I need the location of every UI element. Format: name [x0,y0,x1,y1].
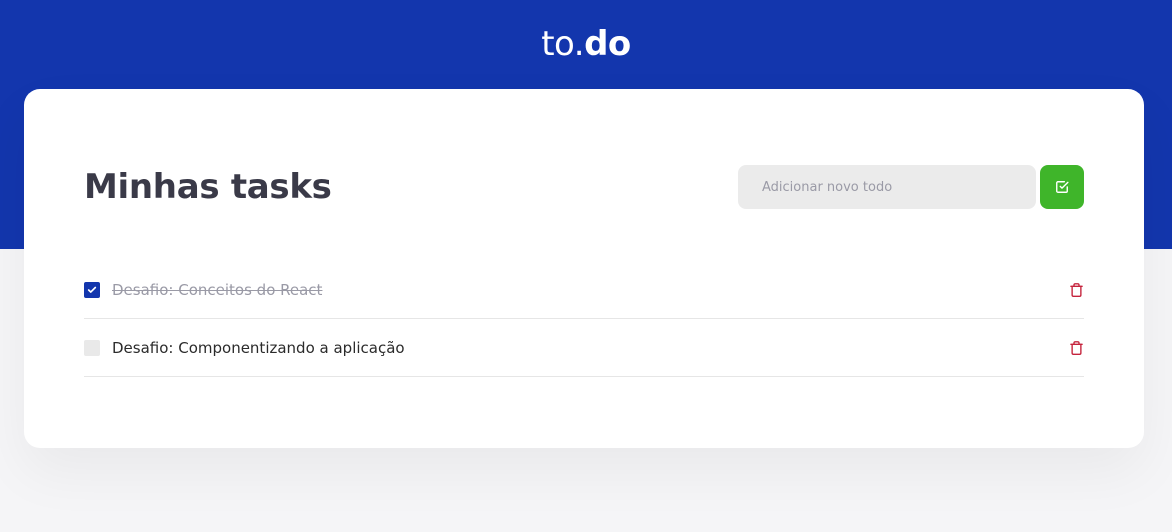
task-item: Desafio: Conceitos do React [84,261,1084,319]
logo-suffix: do [584,24,631,64]
new-todo-form [738,165,1084,209]
task-content: Desafio: Componentizando a aplicação [84,339,405,357]
trash-icon [1069,340,1083,355]
check-square-icon [1056,181,1069,193]
delete-task-button[interactable] [1064,336,1088,360]
task-item: Desafio: Componentizando a aplicação [84,319,1084,377]
logo-prefix: to. [541,24,585,64]
page-title: Minhas tasks [84,167,332,207]
checkmark-icon [87,286,97,293]
new-todo-input[interactable] [738,165,1036,209]
trash-icon [1069,282,1083,297]
task-checkbox[interactable] [84,339,100,356]
task-title: Desafio: Componentizando a aplicação [112,338,405,357]
task-checkbox[interactable] [84,281,100,298]
add-todo-button[interactable] [1040,165,1084,209]
app-logo: to.do [0,22,1172,66]
task-content: Desafio: Conceitos do React [84,281,322,299]
delete-task-button[interactable] [1064,278,1088,302]
tasks-card: Minhas tasks Desafio: Conceitos do React [24,89,1144,448]
task-list: Desafio: Conceitos do React Desafio: Com… [84,261,1084,377]
task-title: Desafio: Conceitos do React [112,280,323,299]
